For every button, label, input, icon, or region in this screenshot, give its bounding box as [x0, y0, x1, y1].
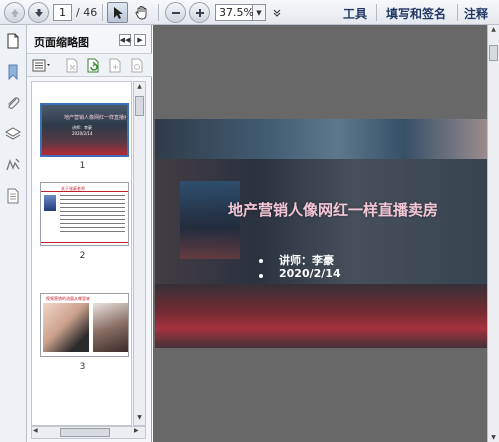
thumbnail-list[interactable]: 地产营销人像网红一样直播卖房 讲师：李豪 2020/2/14 1 关于张豪老师 …	[31, 81, 132, 426]
thumbnail-rule	[41, 242, 128, 243]
slide-lecturer: 讲师：李豪	[279, 254, 334, 267]
document-scrollbar[interactable]: ▲ ▼	[487, 25, 499, 442]
collapse-panel-button[interactable]: ◀◀	[119, 34, 131, 46]
panel-toolbar	[27, 53, 152, 77]
page-count: / 46	[76, 6, 98, 19]
attachment-icon[interactable]	[4, 94, 22, 112]
zoom-out-button[interactable]	[165, 2, 186, 23]
panel-title: 页面缩略图	[34, 36, 89, 49]
panel-arrow-button[interactable]: ▶	[134, 34, 146, 46]
signature-icon[interactable]	[4, 156, 22, 174]
select-tool-button[interactable]	[107, 2, 128, 23]
thumbnail-panel: 页面缩略图 ◀◀ ▶ 地产营销人像网红一样直播卖房 讲师：李豪 2020/2/1…	[27, 25, 152, 442]
thumbnail-number: 2	[79, 251, 86, 261]
hand-icon	[135, 5, 146, 19]
scroll-down-icon[interactable]: ▼	[489, 434, 498, 441]
zoom-in-button[interactable]	[189, 2, 210, 23]
navigation-rail	[0, 25, 27, 442]
bookmark-icon[interactable]	[4, 63, 22, 81]
next-page-button[interactable]	[28, 2, 49, 23]
scroll-down-icon[interactable]: ▼	[135, 414, 144, 424]
layers-icon[interactable]	[4, 125, 22, 143]
thumbnail-title: 地产营销人像网红一样直播卖房	[64, 115, 126, 121]
scroll-left-icon[interactable]: ◀	[33, 427, 43, 434]
double-chevron-icon	[273, 9, 281, 17]
fill-sign-menu[interactable]: 填写和签名	[386, 5, 446, 22]
chevron-right-icon: ▶	[137, 36, 143, 44]
page-properties-icon[interactable]	[129, 58, 145, 73]
page-thumbnail-3[interactable]: 视频营销的流量从哪里来	[40, 293, 129, 357]
toolbar-divider	[102, 4, 103, 21]
options-menu-button[interactable]	[32, 58, 54, 73]
main-toolbar: 1 / 46 37.5% ▼ 工具 填写和签名 注释	[0, 0, 499, 25]
page-number-input[interactable]: 1	[53, 4, 72, 21]
slide-overlay	[155, 119, 487, 348]
scroll-up-icon[interactable]: ▲	[489, 26, 498, 33]
delete-page-icon[interactable]	[64, 58, 80, 73]
double-chevron-left-icon: ◀◀	[119, 36, 131, 44]
thumbnail-horizontal-scrollbar[interactable]: ◀ ▶	[31, 426, 146, 439]
toolbar-divider	[376, 4, 377, 21]
scroll-thumb[interactable]	[60, 428, 110, 437]
portrait-image	[44, 195, 56, 211]
slide-date: 2020/2/14	[279, 267, 341, 280]
document-view[interactable]: 地产营销人像网红一样直播卖房 讲师：李豪 2020/2/14	[153, 25, 487, 442]
influencer-photo-1	[43, 303, 89, 352]
comment-menu[interactable]: 注释	[464, 5, 488, 22]
document-icon[interactable]	[4, 187, 22, 205]
panel-header: 页面缩略图 ◀◀ ▶	[27, 25, 152, 53]
slide-title: 地产营销人像网红一样直播卖房	[228, 201, 439, 219]
thumbnail-date: 2020/2/14	[72, 131, 93, 136]
tools-menu[interactable]: 工具	[343, 5, 367, 22]
scroll-right-icon[interactable]: ▶	[134, 427, 144, 434]
previous-page-button[interactable]	[4, 2, 25, 23]
slide-page-1: 地产营销人像网红一样直播卖房 讲师：李豪 2020/2/14	[155, 119, 487, 348]
arrow-down-icon	[34, 8, 43, 17]
toolbar-divider	[457, 4, 458, 21]
zoom-level-input[interactable]: 37.5%	[215, 4, 254, 21]
hand-tool-button[interactable]	[131, 2, 152, 23]
list-icon	[32, 59, 50, 72]
thumbnail-rule	[41, 191, 128, 192]
rotate-page-icon[interactable]	[85, 58, 101, 73]
page-thumbnail-1[interactable]: 地产营销人像网红一样直播卖房 讲师：李豪 2020/2/14	[40, 103, 129, 157]
page-thumbnail-2[interactable]: 关于张豪老师	[40, 182, 129, 246]
thumbnail-number: 3	[79, 362, 86, 372]
scroll-thumb[interactable]	[489, 45, 498, 61]
thumbnail-number: 1	[79, 161, 86, 171]
influencer-photo-2	[93, 303, 128, 352]
zoom-dropdown-button[interactable]: ▼	[253, 4, 266, 21]
minus-icon	[171, 11, 180, 14]
toolbar-divider	[158, 4, 159, 21]
arrow-up-icon	[10, 8, 19, 17]
bullet-icon	[259, 274, 263, 278]
scroll-up-icon[interactable]: ▲	[135, 83, 144, 93]
bullet-icon	[259, 259, 263, 263]
plus-icon	[195, 8, 204, 17]
bio-text	[60, 195, 125, 235]
scroll-thumb[interactable]	[135, 96, 144, 116]
toolbar-options-button[interactable]	[270, 2, 284, 23]
thumbnail-scrollbar[interactable]: ▲ ▼	[133, 81, 146, 426]
thumbnail-title: 视频营销的流量从哪里来	[46, 296, 90, 301]
insert-page-icon[interactable]	[107, 58, 123, 73]
page-thumbnails-icon[interactable]	[4, 32, 22, 50]
cursor-icon	[113, 6, 123, 19]
chevron-down-icon: ▼	[256, 8, 262, 17]
